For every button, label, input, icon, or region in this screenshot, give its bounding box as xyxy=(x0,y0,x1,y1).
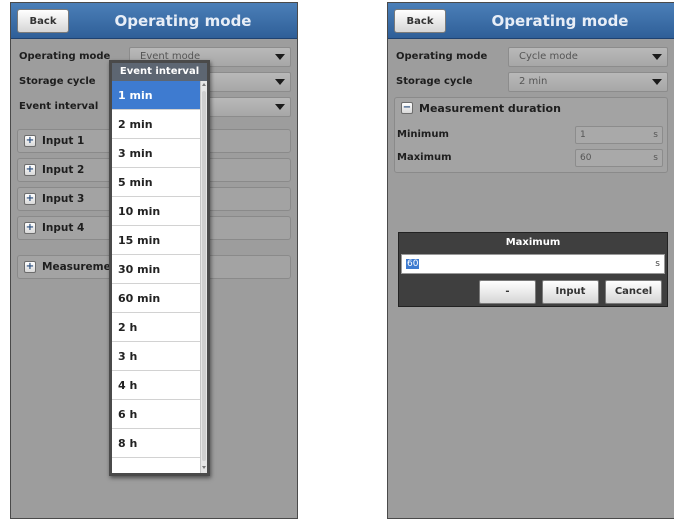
cancel-button[interactable]: Cancel xyxy=(605,280,662,304)
maximum-value: 60 xyxy=(580,153,592,163)
dialog-value: 60 xyxy=(406,259,420,269)
operating-mode-value: Cycle mode xyxy=(519,51,578,62)
popup-title: Event interval xyxy=(112,63,207,81)
storage-cycle-label: Storage cycle xyxy=(396,76,473,87)
expand-plus-icon[interactable]: + xyxy=(24,193,36,205)
chevron-down-icon xyxy=(275,54,285,60)
header-bar: Back Operating mode xyxy=(388,3,674,39)
dialog-unit: s xyxy=(655,259,660,269)
expand-plus-icon[interactable]: + xyxy=(24,261,36,273)
page-title: Operating mode xyxy=(114,12,252,30)
option-item[interactable]: 2 h xyxy=(112,313,207,342)
maximum-unit: s xyxy=(653,153,658,163)
scroll-thumb[interactable] xyxy=(202,91,206,461)
measurement-duration-header[interactable]: − Measurement duration xyxy=(395,98,667,120)
option-item[interactable]: 4 h xyxy=(112,371,207,400)
option-item-selected[interactable]: 1 min xyxy=(112,81,207,110)
maximum-label: Maximum xyxy=(397,152,452,163)
option-item[interactable]: 60 min xyxy=(112,284,207,313)
chevron-down-icon xyxy=(275,79,285,85)
operating-mode-label: Operating mode xyxy=(19,51,111,62)
expand-plus-icon[interactable]: + xyxy=(24,164,36,176)
minimum-value: 1 xyxy=(580,130,586,140)
event-interval-label: Event interval xyxy=(19,101,99,112)
option-item[interactable]: 3 min xyxy=(112,139,207,168)
option-item[interactable]: 5 min xyxy=(112,168,207,197)
scroll-up-icon[interactable] xyxy=(202,83,206,86)
popup-scrollbar[interactable] xyxy=(200,81,207,473)
storage-cycle-value: 2 min xyxy=(519,76,548,87)
option-item[interactable]: 6 h xyxy=(112,400,207,429)
option-list: 1 min 2 min 3 min 5 min 10 min 15 min 30… xyxy=(112,81,207,458)
back-button[interactable]: Back xyxy=(394,9,446,33)
option-item[interactable]: 8 h xyxy=(112,429,207,458)
right-screen: Back Operating mode Operating mode Cycle… xyxy=(387,2,674,519)
back-button[interactable]: Back xyxy=(17,9,69,33)
dialog-title: Maximum xyxy=(505,237,561,248)
operating-mode-label: Operating mode xyxy=(396,51,488,62)
storage-cycle-label: Storage cycle xyxy=(19,76,96,87)
option-item[interactable]: 10 min xyxy=(112,197,207,226)
minimum-unit: s xyxy=(653,130,658,140)
event-interval-popup: Event interval 1 min 2 min 3 min 5 min 1… xyxy=(109,60,210,476)
minus-button[interactable]: - xyxy=(479,280,536,304)
group-label: Input 1 xyxy=(42,135,85,147)
page-title: Operating mode xyxy=(491,12,629,30)
scroll-down-icon[interactable] xyxy=(202,466,206,469)
group-label: Input 4 xyxy=(42,222,85,234)
left-screen: Back Operating mode Operating mode Event… xyxy=(10,2,298,519)
group-label: Input 2 xyxy=(42,164,85,176)
expand-plus-icon[interactable]: + xyxy=(24,135,36,147)
maximum-field[interactable]: 60 s xyxy=(575,149,663,167)
header-bar: Back Operating mode xyxy=(11,3,297,39)
minimum-field[interactable]: 1 s xyxy=(575,126,663,144)
minimum-label: Minimum xyxy=(397,129,449,140)
group-label: Input 3 xyxy=(42,193,85,205)
option-item[interactable]: 30 min xyxy=(112,255,207,284)
option-item[interactable]: 3 h xyxy=(112,342,207,371)
section-label: Measurement duration xyxy=(419,102,561,115)
chevron-down-icon xyxy=(652,79,662,85)
dialog-value-input[interactable]: 60 s xyxy=(401,254,665,274)
option-item[interactable]: 2 min xyxy=(112,110,207,139)
chevron-down-icon xyxy=(652,54,662,60)
chevron-down-icon xyxy=(275,104,285,110)
input-button[interactable]: Input xyxy=(542,280,599,304)
option-item[interactable]: 15 min xyxy=(112,226,207,255)
maximum-input-dialog: Maximum 60 s - Input Cancel xyxy=(398,232,668,307)
measurement-duration-panel: − Measurement duration Minimum 1 s Maxim… xyxy=(394,97,668,173)
operating-mode-select[interactable]: Cycle mode xyxy=(508,47,668,67)
collapse-minus-icon[interactable]: − xyxy=(401,102,413,114)
storage-cycle-select[interactable]: 2 min xyxy=(508,72,668,92)
expand-plus-icon[interactable]: + xyxy=(24,222,36,234)
